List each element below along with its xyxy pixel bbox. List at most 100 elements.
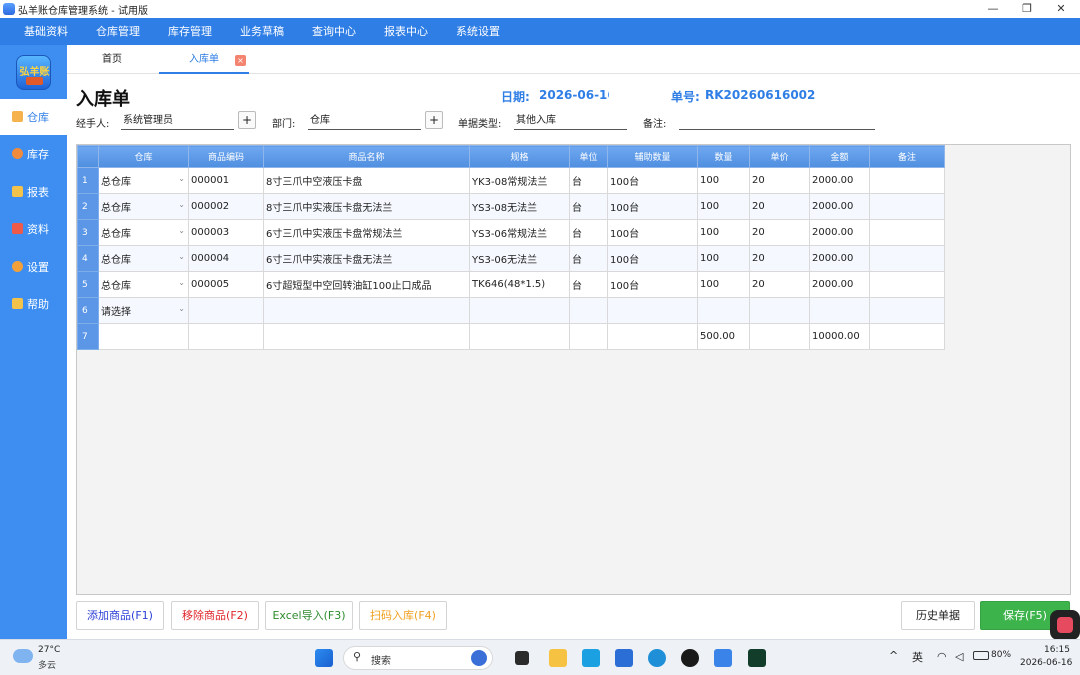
name-cell[interactable]: 6寸三爪中实液压卡盘常规法兰: [263, 219, 470, 246]
chevron-down-icon[interactable]: ⌄: [178, 226, 185, 235]
warehouse-select[interactable]: 总仓库 ⌄: [98, 271, 189, 298]
close-button[interactable]: ✕: [1044, 0, 1078, 18]
date-value[interactable]: 2026-06-16: [539, 88, 609, 102]
warehouse-select[interactable]: 总仓库 ⌄: [98, 219, 189, 246]
weather-temp[interactable]: 27°C: [38, 645, 60, 655]
amount-cell[interactable]: 2000.00: [809, 193, 870, 220]
code-cell[interactable]: [188, 297, 264, 324]
col-header-spec[interactable]: 规格: [469, 145, 570, 168]
sidebar-item-report[interactable]: 报表: [0, 174, 67, 210]
maximize-button[interactable]: ❐: [1010, 0, 1044, 18]
sidebar-item-inventory[interactable]: 库存: [0, 136, 67, 172]
col-header-name[interactable]: 商品名称: [263, 145, 470, 168]
col-header-note[interactable]: 备注: [869, 145, 945, 168]
sidebar-item-warehouse[interactable]: 仓库: [0, 99, 67, 135]
remove-item-button[interactable]: 移除商品(F2): [171, 601, 259, 630]
menu-inventory-mgmt[interactable]: 库存管理: [168, 18, 212, 45]
qty-cell[interactable]: 100: [697, 167, 750, 194]
amount-cell[interactable]: 2000.00: [809, 219, 870, 246]
sidebar-item-settings[interactable]: 设置: [0, 249, 67, 285]
aux-qty-cell[interactable]: 100台: [607, 245, 698, 272]
qty-cell[interactable]: 100: [697, 245, 750, 272]
unit-cell[interactable]: 台: [569, 193, 608, 220]
warehouse-select[interactable]: 请选择 ⌄: [98, 297, 189, 324]
code-cell[interactable]: 000005: [188, 271, 264, 298]
wifi-icon[interactable]: ◠: [937, 650, 947, 663]
add-item-button[interactable]: 添加商品(F1): [76, 601, 164, 630]
unit-cell[interactable]: [569, 297, 608, 324]
amount-cell[interactable]: 2000.00: [809, 245, 870, 272]
menu-query-center[interactable]: 查询中心: [312, 18, 356, 45]
warehouse-select[interactable]: 总仓库 ⌄: [98, 245, 189, 272]
warehouse-select[interactable]: 总仓库 ⌄: [98, 193, 189, 220]
scan-inbound-button[interactable]: 扫码入库(F4): [359, 601, 447, 630]
name-cell[interactable]: 6寸三爪中实液压卡盘无法兰: [263, 245, 470, 272]
spec-cell[interactable]: YS3-06无法兰: [469, 245, 570, 272]
aux-qty-cell[interactable]: 100台: [607, 271, 698, 298]
code-cell[interactable]: 000002: [188, 193, 264, 220]
close-tab-icon[interactable]: ×: [235, 55, 246, 66]
name-cell[interactable]: 6寸超短型中空回转油缸100止口成品: [263, 271, 470, 298]
table-row[interactable]: 2 总仓库 ⌄ 000002 8寸三爪中实液压卡盘无法兰 YS3-08无法兰 台 …: [77, 193, 945, 220]
note-cell[interactable]: [869, 271, 945, 298]
sidebar-item-help[interactable]: 帮助: [0, 286, 67, 322]
note-cell[interactable]: [869, 245, 945, 272]
table-row[interactable]: 6 请选择 ⌄: [77, 297, 945, 324]
taskbar-search[interactable]: ⚲ 搜索: [343, 646, 493, 670]
chevron-up-icon[interactable]: ^: [889, 649, 898, 662]
battery-percent[interactable]: 80%: [991, 650, 1011, 660]
name-cell[interactable]: [263, 297, 470, 324]
chevron-down-icon[interactable]: ⌄: [178, 174, 185, 183]
price-cell[interactable]: 20: [749, 271, 810, 298]
chevron-down-icon[interactable]: ⌄: [178, 252, 185, 261]
store-icon[interactable]: [615, 649, 633, 667]
qty-cell[interactable]: 100: [697, 271, 750, 298]
col-header-qty[interactable]: 数量: [697, 145, 750, 168]
spec-cell[interactable]: [469, 297, 570, 324]
amount-cell[interactable]: [809, 297, 870, 324]
sidebar-item-data[interactable]: 资料: [0, 211, 67, 247]
code-cell[interactable]: 000003: [188, 219, 264, 246]
add-handler-button[interactable]: +: [238, 111, 256, 129]
note-field[interactable]: [679, 113, 875, 130]
name-cell[interactable]: 8寸三爪中实液压卡盘无法兰: [263, 193, 470, 220]
history-orders-button[interactable]: 历史单据: [901, 601, 975, 630]
table-row[interactable]: 3 总仓库 ⌄ 000003 6寸三爪中实液压卡盘常规法兰 YS3-06常规法兰 …: [77, 219, 945, 246]
spec-cell[interactable]: YS3-08无法兰: [469, 193, 570, 220]
aux-qty-cell[interactable]: [607, 297, 698, 324]
code-cell[interactable]: 000004: [188, 245, 264, 272]
unit-cell[interactable]: 台: [569, 219, 608, 246]
col-header-unit[interactable]: 单位: [569, 145, 608, 168]
menu-report-center[interactable]: 报表中心: [384, 18, 428, 45]
volume-icon[interactable]: ◁: [955, 650, 963, 663]
aux-qty-cell[interactable]: 100台: [607, 193, 698, 220]
add-dept-button[interactable]: +: [425, 111, 443, 129]
col-header-warehouse[interactable]: 仓库: [98, 145, 189, 168]
price-cell[interactable]: 20: [749, 245, 810, 272]
terminal-app-icon[interactable]: [748, 649, 766, 667]
tab-home[interactable]: 首页: [67, 45, 157, 74]
chevron-down-icon[interactable]: ⌄: [178, 304, 185, 313]
table-row[interactable]: 1 总仓库 ⌄ 000001 8寸三爪中空液压卡盘 YK3-08常规法兰 台 10…: [77, 167, 945, 194]
name-cell[interactable]: 8寸三爪中空液压卡盘: [263, 167, 470, 194]
menu-basic-data[interactable]: 基础资料: [24, 18, 68, 45]
spec-cell[interactable]: YK3-08常规法兰: [469, 167, 570, 194]
price-cell[interactable]: [749, 297, 810, 324]
task-view-icon[interactable]: [515, 651, 529, 665]
ms-store-pre-icon[interactable]: [582, 649, 600, 667]
price-cell[interactable]: 20: [749, 219, 810, 246]
warehouse-select[interactable]: 总仓库 ⌄: [98, 167, 189, 194]
col-header-code[interactable]: 商品编码: [188, 145, 264, 168]
windows-start-icon[interactable]: [315, 649, 333, 667]
file-explorer-icon[interactable]: [549, 649, 567, 667]
qty-cell[interactable]: 100: [697, 219, 750, 246]
input-language[interactable]: 英: [912, 649, 923, 665]
chevron-down-icon[interactable]: ⌄: [178, 200, 185, 209]
menu-system-settings[interactable]: 系统设置: [456, 18, 500, 45]
note-cell[interactable]: [869, 193, 945, 220]
amount-cell[interactable]: 2000.00: [809, 271, 870, 298]
spec-cell[interactable]: TK646(48*1.5): [469, 271, 570, 298]
minimize-button[interactable]: —: [976, 0, 1010, 18]
code-cell[interactable]: 000001: [188, 167, 264, 194]
col-header-price[interactable]: 单价: [749, 145, 810, 168]
